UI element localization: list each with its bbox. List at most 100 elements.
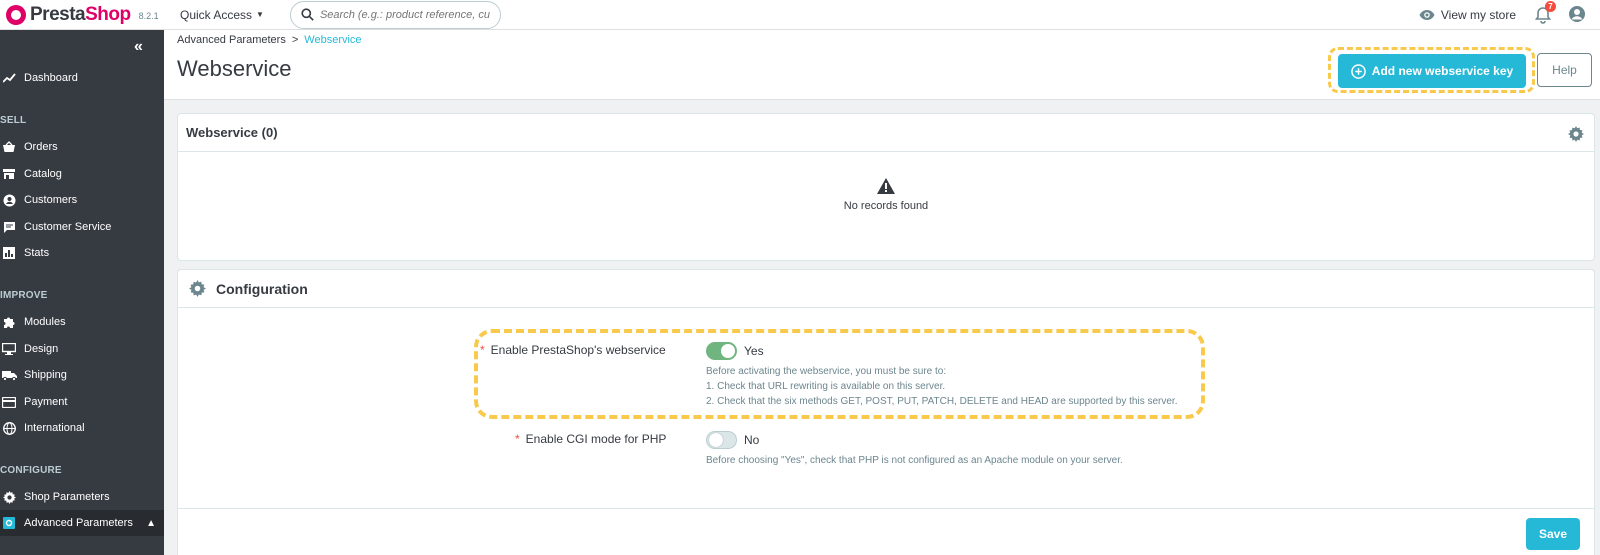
sidebar-item-shop-parameters[interactable]: Shop Parameters <box>0 484 164 510</box>
sidebar-item-label: Payment <box>24 396 68 408</box>
toggle-value-label: No <box>744 433 760 447</box>
empty-state-text: No records found <box>843 200 929 212</box>
sidebar-item-label: International <box>24 422 85 434</box>
desktop-icon <box>0 342 18 356</box>
notification-count-badge: 7 <box>1545 1 1556 12</box>
puzzle-icon <box>0 315 18 329</box>
sidebar-item-label: Customers <box>24 194 78 206</box>
sidebar-item-payment[interactable]: Payment <box>0 389 164 415</box>
sidebar-item-label: Customer Service <box>24 221 112 233</box>
sidebar-item-label: Shop Parameters <box>24 491 110 503</box>
view-my-store-label: View my store <box>1440 8 1516 22</box>
webservice-list-panel: Webservice (0) No records found <box>177 113 1595 261</box>
sidebar-item-label: Orders <box>24 141 58 153</box>
panel-header: Webservice (0) <box>178 114 1594 152</box>
breadcrumb-current[interactable]: Webservice <box>304 34 361 46</box>
sidebar-item-advanced-parameters[interactable]: Advanced Parameters ▲ <box>0 510 164 536</box>
chat-icon <box>0 220 18 234</box>
field-label: Enable PrestaShop's webservice <box>490 343 666 357</box>
store-icon <box>0 167 18 181</box>
field-help-text: Before choosing "Yes", check that PHP is… <box>706 453 1123 468</box>
sidebar-item-shipping[interactable]: Shipping <box>0 362 164 388</box>
toggle-value-label: Yes <box>744 344 764 358</box>
chevron-up-icon: ▲ <box>146 517 156 529</box>
quick-access-label: Quick Access <box>180 7 253 22</box>
panel-title: Configuration <box>216 280 308 297</box>
sidebar-item-label: Modules <box>24 316 66 328</box>
field-label-webservice: * Enable PrestaShop's webservice <box>480 343 666 357</box>
sidebar-item-dashboard[interactable]: Dashboard <box>0 65 164 91</box>
sidebar-item-label: Design <box>24 343 59 355</box>
search-input[interactable] <box>319 8 490 21</box>
sidebar-item-customers[interactable]: Customers <box>0 187 164 213</box>
collapse-sidebar-icon[interactable]: « <box>134 38 143 56</box>
user-account-button[interactable] <box>1568 5 1586 26</box>
cgi-mode-toggle[interactable] <box>706 431 737 449</box>
sidebar-section-improve: IMPROVE <box>0 290 48 301</box>
help-line: 1. Check that URL rewriting is available… <box>706 381 946 392</box>
search-box[interactable] <box>289 0 501 29</box>
gear-icon <box>0 490 18 504</box>
credit-card-icon <box>0 395 18 409</box>
settings-applications-icon <box>0 516 18 530</box>
version-label: 8.2.1 <box>138 11 159 21</box>
gear-icon <box>189 280 206 297</box>
save-button[interactable]: Save <box>1526 518 1580 550</box>
sidebar-section-sell: SELL <box>0 115 27 126</box>
sidebar-item-international[interactable]: International <box>0 415 164 441</box>
field-help-text: Before activating the webservice, you mu… <box>706 364 1177 409</box>
add-circle-icon <box>1350 63 1366 79</box>
logo-icon <box>6 4 26 25</box>
help-line: 2. Check that the six methods GET, POST,… <box>706 396 1178 407</box>
logo-text: PrestaShop <box>30 3 131 25</box>
page-title: Webservice <box>177 56 292 81</box>
help-line: Before activating the webservice, you mu… <box>706 366 947 377</box>
sidebar-item-customer-service[interactable]: Customer Service <box>0 214 164 240</box>
help-button[interactable]: Help <box>1537 53 1592 87</box>
panel-title: Webservice (0) <box>186 125 278 140</box>
top-header: PrestaShop 8.2.1 Quick Access ▼ View my … <box>0 0 1600 30</box>
field-label-cgi: * Enable CGI mode for PHP <box>515 432 666 446</box>
panel-header: Configuration <box>178 270 1594 308</box>
breadcrumb-separator: > <box>291 34 299 46</box>
account-circle-icon <box>0 193 18 207</box>
prestashop-logo[interactable]: PrestaShop 8.2.1 <box>0 4 168 26</box>
sidebar-item-modules[interactable]: Modules <box>0 309 164 335</box>
empty-state: No records found <box>178 178 1594 212</box>
notifications-button[interactable]: 7 <box>1534 1 1556 24</box>
quick-access-dropdown[interactable]: Quick Access ▼ <box>180 8 264 22</box>
required-asterisk: * <box>480 343 485 357</box>
sidebar-item-label: Shipping <box>24 369 67 381</box>
sidebar-item-catalog[interactable]: Catalog <box>0 161 164 187</box>
field-label: Enable CGI mode for PHP <box>525 432 667 446</box>
basket-icon <box>0 140 18 154</box>
warning-icon <box>877 178 895 194</box>
sidebar-section-configure: CONFIGURE <box>0 465 62 476</box>
breadcrumb: Advanced Parameters > Webservice <box>177 34 362 46</box>
sidebar-item-design[interactable]: Design <box>0 336 164 362</box>
required-asterisk: * <box>515 432 520 446</box>
panel-footer-divider <box>177 508 1595 509</box>
globe-icon <box>0 421 18 435</box>
bar-chart-icon <box>0 246 18 260</box>
sidebar-item-orders[interactable]: Orders <box>0 134 164 160</box>
toggle-knob <box>721 344 735 358</box>
help-line: Before choosing "Yes", check that PHP is… <box>706 455 1123 466</box>
sidebar-item-label: Catalog <box>24 168 62 180</box>
search-icon <box>301 8 314 21</box>
webservice-toggle[interactable] <box>706 342 737 360</box>
caret-down-icon: ▼ <box>256 10 264 19</box>
trending-up-icon <box>0 71 18 85</box>
sidebar-item-label: Dashboard <box>24 72 78 84</box>
sidebar-item-label: Advanced Parameters <box>24 517 133 529</box>
truck-icon <box>0 368 18 382</box>
gear-icon[interactable] <box>1568 126 1584 145</box>
breadcrumb-parent-link[interactable]: Advanced Parameters <box>177 34 286 46</box>
add-webservice-key-button[interactable]: Add new webservice key <box>1338 54 1526 88</box>
sidebar-item-stats[interactable]: Stats <box>0 240 164 266</box>
view-my-store-link[interactable]: View my store <box>1419 8 1516 22</box>
user-icon <box>1569 5 1585 22</box>
eye-icon <box>1419 10 1435 20</box>
sidebar: « Dashboard SELL Orders Catalog Customer… <box>0 30 164 555</box>
add-webservice-key-label: Add new webservice key <box>1371 64 1514 78</box>
